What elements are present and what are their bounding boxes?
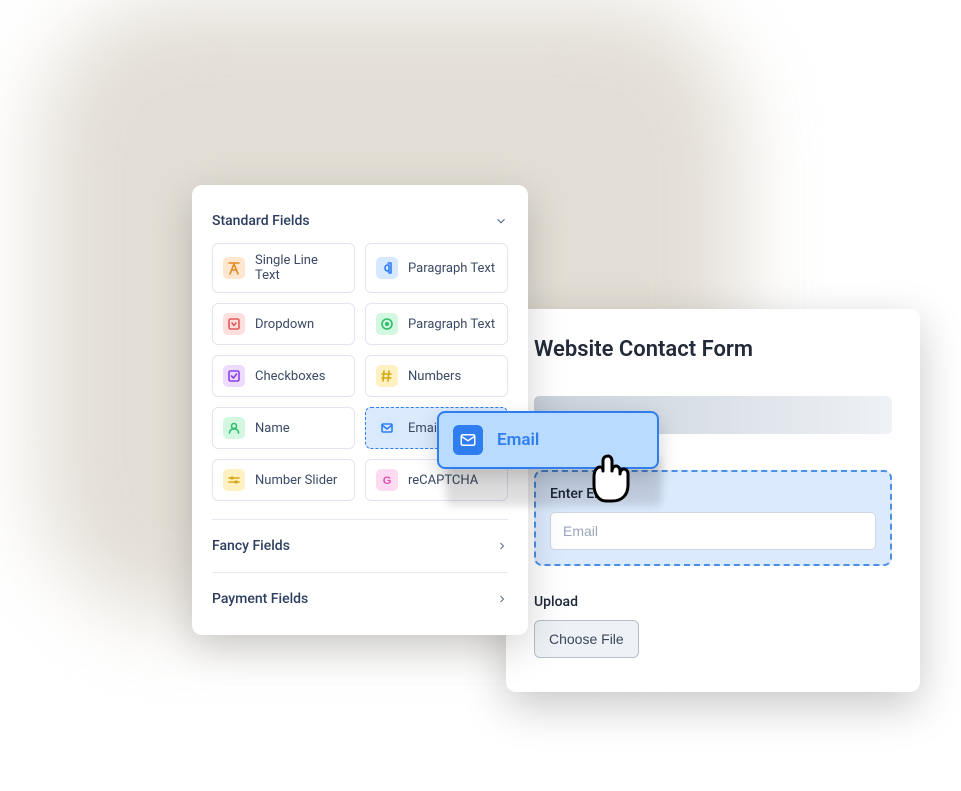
mail-icon: [376, 417, 398, 439]
slider-icon: [223, 469, 245, 491]
checkbox-icon: [223, 365, 245, 387]
chevron-down-icon: [494, 214, 508, 228]
mail-icon: [453, 425, 483, 455]
person-icon: [223, 417, 245, 439]
field-item-paragraph-text[interactable]: Paragraph Text: [365, 243, 508, 293]
field-item-label: Dropdown: [255, 317, 314, 332]
text-a-icon: [223, 257, 245, 279]
section-payment-title: Payment Fields: [212, 591, 308, 607]
radio-icon: [376, 313, 398, 335]
dropdown-icon: [223, 313, 245, 335]
chevron-right-icon: [496, 540, 508, 552]
field-item-dropdown[interactable]: Dropdown: [212, 303, 355, 345]
form-title: Website Contact Form: [534, 337, 892, 362]
g-icon: [376, 469, 398, 491]
choose-file-button[interactable]: Choose File: [534, 620, 639, 658]
field-item-label: Email: [408, 421, 440, 436]
hash-icon: [376, 365, 398, 387]
field-item-label: Single Line Text: [255, 253, 344, 283]
drag-chip-label: Email: [497, 430, 539, 450]
field-item-paragraph-text[interactable]: Paragraph Text: [365, 303, 508, 345]
email-input[interactable]: [550, 512, 876, 550]
section-standard-header[interactable]: Standard Fields: [212, 205, 508, 243]
upload-label: Upload: [534, 594, 892, 610]
divider: [212, 572, 508, 573]
field-item-label: Paragraph Text: [408, 317, 495, 332]
section-fancy-title: Fancy Fields: [212, 538, 290, 554]
field-item-label: Checkboxes: [255, 369, 325, 384]
field-item-number-slider[interactable]: Number Slider: [212, 459, 355, 501]
fields-panel: Standard Fields Single Line Text Paragrap…: [192, 185, 528, 635]
field-item-label: Number Slider: [255, 473, 337, 488]
field-item-name[interactable]: Name: [212, 407, 355, 449]
section-standard-title: Standard Fields: [212, 213, 310, 229]
paragraph-icon: [376, 257, 398, 279]
field-item-checkboxes[interactable]: Checkboxes: [212, 355, 355, 397]
chevron-right-icon: [496, 593, 508, 605]
field-item-label: Paragraph Text: [408, 261, 495, 276]
divider: [212, 519, 508, 520]
field-item-single-line-text[interactable]: Single Line Text: [212, 243, 355, 293]
field-item-label: Name: [255, 421, 290, 436]
grab-cursor-icon: [576, 441, 640, 507]
section-fancy-header[interactable]: Fancy Fields: [212, 524, 508, 568]
field-item-numbers[interactable]: Numbers: [365, 355, 508, 397]
field-item-label: Numbers: [408, 369, 461, 384]
section-payment-header[interactable]: Payment Fields: [212, 577, 508, 621]
